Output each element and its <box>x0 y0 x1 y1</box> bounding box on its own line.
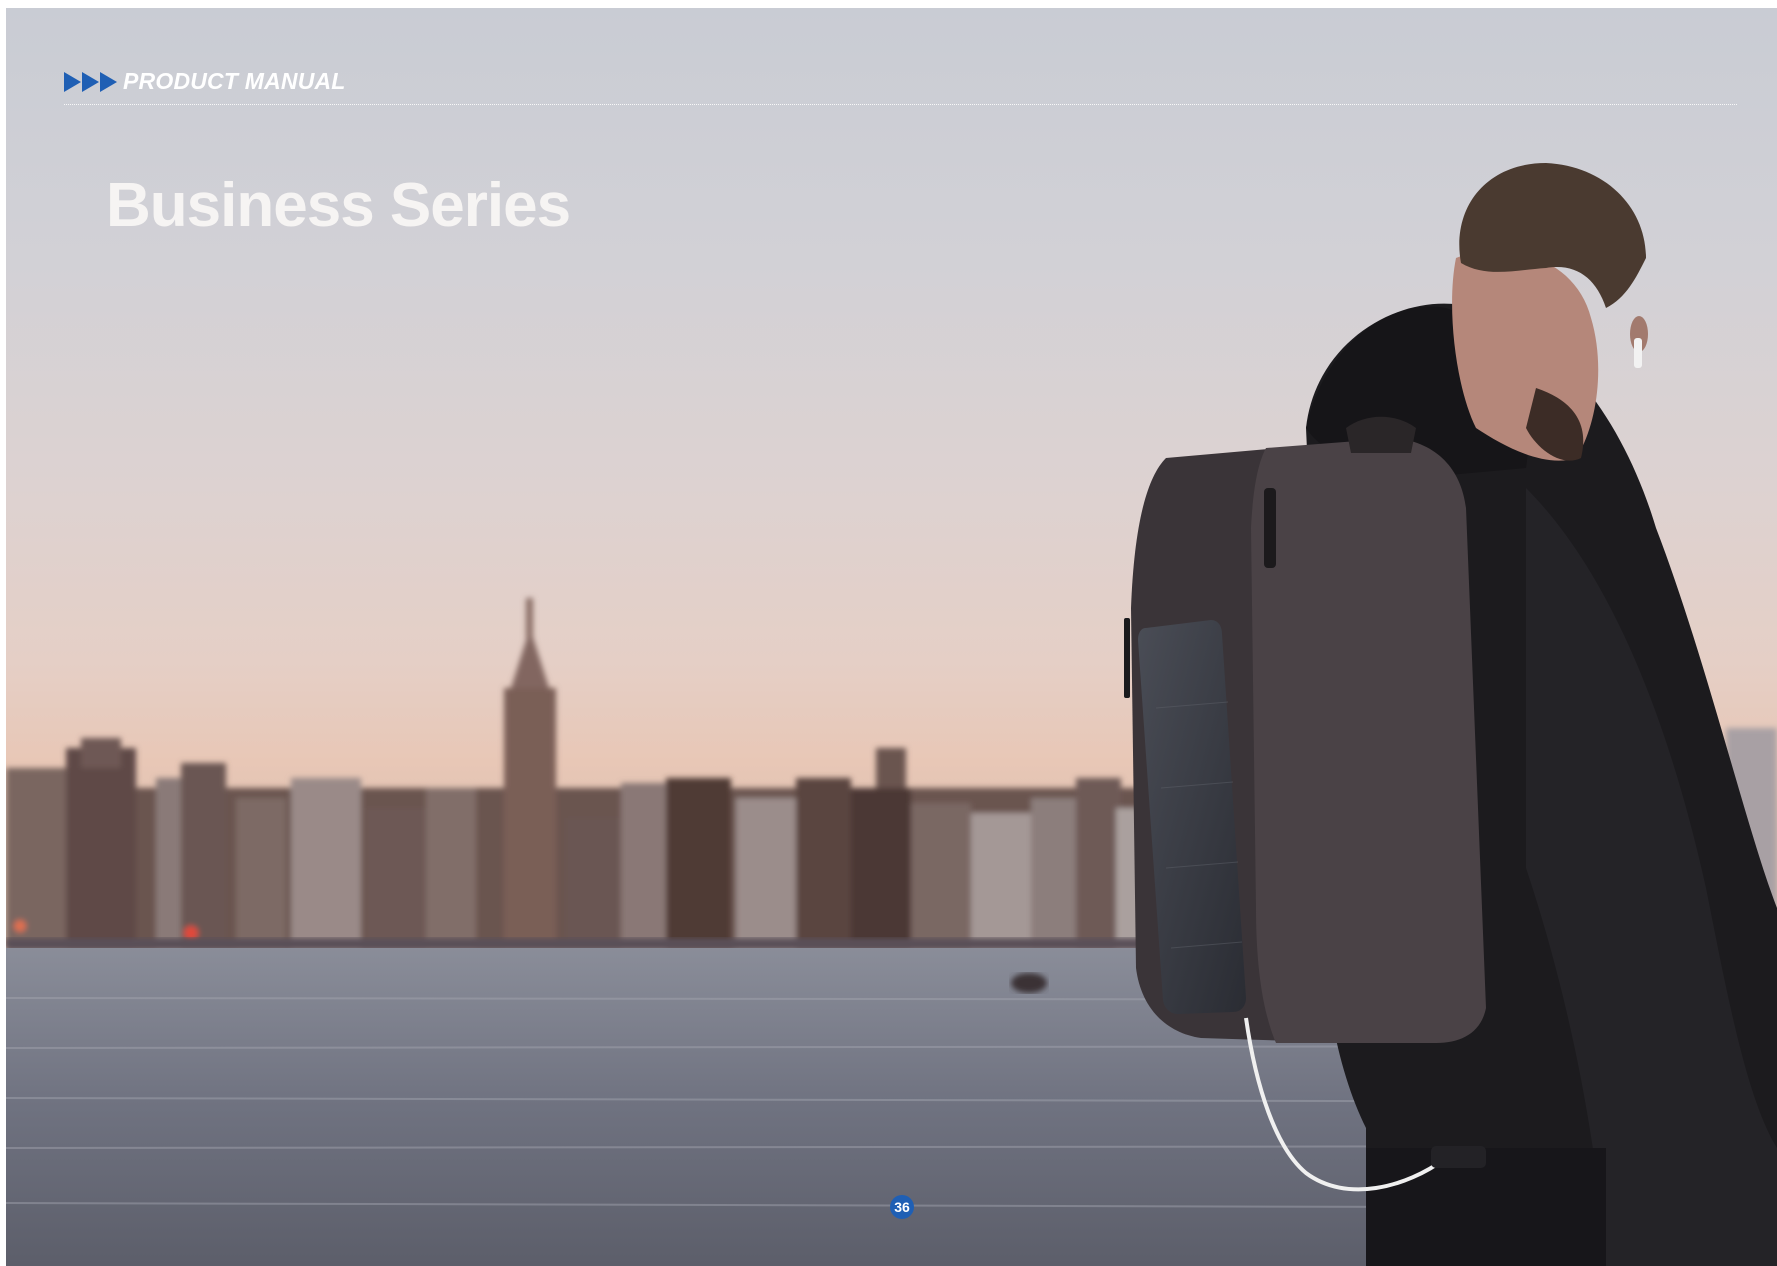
page-title: Business Series <box>106 171 571 240</box>
page-number-badge: 36 <box>890 1195 914 1219</box>
header-divider <box>64 104 1737 105</box>
section-header: PRODUCT MANUAL <box>64 68 346 95</box>
section-label: PRODUCT MANUAL <box>123 68 346 94</box>
triple-arrow-icon <box>64 71 117 92</box>
manual-page: PRODUCT MANUAL Business Series 36 <box>6 8 1777 1266</box>
